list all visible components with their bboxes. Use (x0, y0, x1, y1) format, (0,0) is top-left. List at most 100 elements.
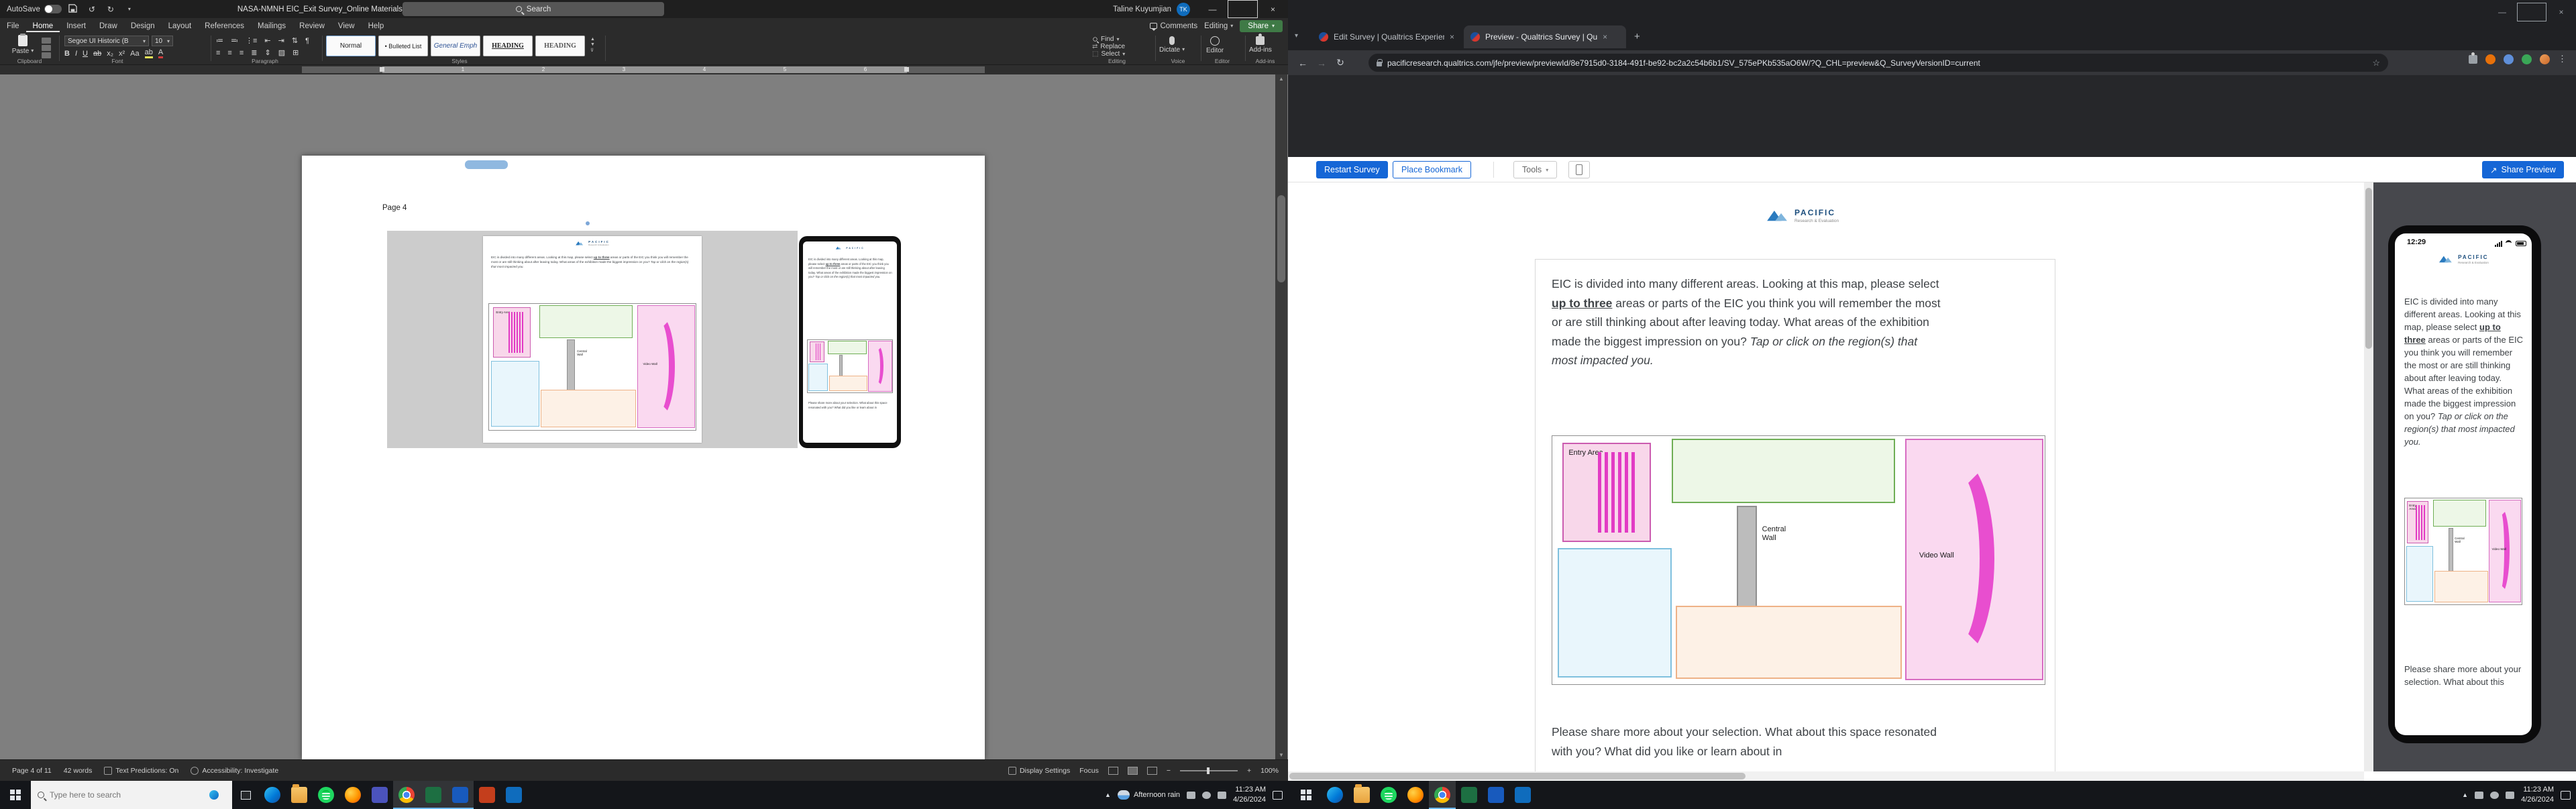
taskbar-app-excel[interactable] (1456, 781, 1483, 809)
subscript-icon[interactable]: x₂ (107, 50, 113, 58)
zoom-slider[interactable] (1180, 770, 1238, 771)
read-mode-icon[interactable] (1108, 767, 1118, 775)
map-region-central-wall[interactable] (1737, 506, 1757, 615)
font-size-select[interactable]: 10▾ (152, 36, 173, 46)
place-bookmark-button[interactable]: Place Bookmark (1393, 161, 1471, 178)
bookmark-star-icon[interactable]: ☆ (2372, 58, 2380, 68)
styles-scroll-down-icon[interactable]: ▼ (590, 42, 595, 47)
line-spacing-icon[interactable]: ⇕ (264, 48, 270, 57)
clock[interactable]: 11:23 AM 4/26/2024 (1233, 785, 1266, 806)
font-name-select[interactable]: Segoe UI Historic (B▾ (64, 36, 149, 46)
extensions-icon[interactable] (2469, 55, 2477, 64)
share-button[interactable]: Share▾ (1240, 20, 1283, 32)
tab-help[interactable]: Help (362, 20, 391, 32)
network-icon[interactable] (2490, 792, 2499, 799)
close-tab-icon[interactable]: × (1450, 32, 1454, 42)
weather-widget[interactable]: Afternoon rain (1118, 790, 1180, 800)
taskbar-app-edge[interactable] (1322, 781, 1348, 809)
onedrive-icon[interactable] (1187, 792, 1195, 799)
page-indicator[interactable]: Page 4 of 11 (12, 767, 52, 775)
pilcrow-icon[interactable]: ¶ (305, 37, 309, 45)
tray-expand-icon[interactable]: ▲ (1105, 792, 1111, 798)
taskbar-app-chrome[interactable] (393, 781, 420, 809)
add-ins-button[interactable]: Add-ins (1249, 36, 1272, 54)
decrease-indent-icon[interactable]: ⇤ (264, 36, 270, 45)
taskbar-app-excel[interactable] (420, 781, 447, 809)
map-region-entry-area[interactable]: Entry Area (2407, 501, 2428, 543)
taskbar-app-outlook[interactable] (500, 781, 527, 809)
save-icon[interactable] (66, 4, 80, 15)
tab-layout[interactable]: Layout (162, 20, 199, 32)
extension-icon[interactable] (2485, 54, 2496, 64)
redo-icon[interactable]: ↻ (103, 5, 118, 14)
bold-icon[interactable]: B (64, 50, 70, 58)
word-count[interactable]: 42 words (64, 767, 93, 775)
indent-marker-right[interactable] (904, 67, 909, 72)
survey-vertical-scrollbar[interactable] (2364, 182, 2373, 771)
strikethrough-icon[interactable]: ab (93, 50, 101, 58)
sort-icon[interactable]: ⇅ (292, 36, 298, 45)
tab-insert[interactable]: Insert (60, 20, 93, 32)
style-bulleted-list[interactable]: • Bulleted List (378, 36, 428, 56)
tab-edit-survey[interactable]: Edit Survey | Qualtrics Experien × (1312, 25, 1461, 48)
style-heading2[interactable]: HEADING (535, 36, 585, 56)
zoom-level[interactable]: 100% (1260, 767, 1279, 775)
multilevel-list-icon[interactable]: ⋮≡ (246, 36, 257, 45)
forward-icon[interactable]: → (1312, 58, 1331, 68)
profile-avatar[interactable] (2540, 54, 2550, 64)
new-tab-icon[interactable]: + (1634, 31, 1640, 42)
share-preview-button[interactable]: ↗ Share Preview (2482, 161, 2564, 178)
taskbar-app-firefox[interactable] (1402, 781, 1429, 809)
print-layout-icon[interactable] (1128, 767, 1138, 775)
display-settings-button[interactable]: Display Settings (1008, 767, 1070, 775)
close-button[interactable]: × (2546, 3, 2576, 21)
word-search-input[interactable]: Search (402, 2, 664, 16)
tab-review[interactable]: Review (292, 20, 331, 32)
avatar[interactable]: TK (1177, 3, 1190, 16)
tray-expand-icon[interactable]: ▲ (2462, 792, 2468, 798)
map-region-central-wall[interactable] (2449, 528, 2453, 575)
map-region-blue-gallery[interactable] (1558, 548, 1672, 678)
taskbar-app-chrome[interactable] (1429, 781, 1456, 809)
align-left-icon[interactable]: ≡ (216, 49, 220, 57)
highlight-icon[interactable]: ab (145, 48, 153, 58)
scrollbar-thumb[interactable] (2365, 188, 2372, 349)
start-button[interactable] (0, 781, 31, 809)
zoom-out-icon[interactable]: − (1167, 767, 1171, 775)
tab-file[interactable]: File (0, 20, 26, 32)
zoom-in-icon[interactable]: + (1247, 767, 1251, 775)
taskbar-search[interactable] (31, 781, 232, 809)
secure-lock-icon[interactable] (1377, 62, 1382, 66)
tab-search-icon[interactable]: ▾ (1295, 32, 1298, 40)
borders-icon[interactable]: ⊞ (292, 48, 299, 57)
replace-button[interactable]: ⇄Replace (1092, 43, 1125, 50)
map-region-peach-gallery[interactable] (2434, 571, 2488, 602)
align-right-icon[interactable]: ≡ (239, 49, 244, 57)
minimize-button[interactable]: — (2487, 3, 2517, 21)
mobile-view-toggle[interactable] (1568, 161, 1590, 178)
map-region-entry-area[interactable]: Entry Area (1562, 443, 1651, 542)
find-button[interactable]: Find▾ (1092, 36, 1125, 43)
taskbar-app-word[interactable] (447, 781, 474, 809)
restart-survey-button[interactable]: Restart Survey (1316, 161, 1388, 178)
taskbar-app-spotify[interactable] (313, 781, 339, 809)
underline-icon[interactable]: U (83, 50, 88, 58)
bullets-icon[interactable]: ≔ (216, 36, 223, 45)
chrome-menu-icon[interactable]: ⋮ (2558, 54, 2567, 64)
back-icon[interactable]: ← (1293, 58, 1312, 68)
tab-references[interactable]: References (198, 20, 251, 32)
editing-mode-button[interactable]: Editing▾ (1204, 22, 1233, 30)
dictate-button[interactable]: Dictate▾ (1159, 36, 1185, 54)
map-region-blue-gallery[interactable] (2406, 546, 2433, 601)
shading-icon[interactable]: ▨ (278, 48, 285, 57)
image-rotate-handle[interactable] (585, 221, 590, 226)
network-icon[interactable] (1202, 792, 1211, 799)
copy-icon[interactable] (42, 45, 51, 51)
clock[interactable]: 11:23 AM 4/26/2024 (2521, 785, 2554, 806)
scroll-up-icon[interactable]: ▲ (1275, 76, 1287, 82)
eic-floor-map[interactable]: Entry Area Video Wall Central Wall (1552, 435, 2045, 685)
styles-expand-icon[interactable]: ⊽ (590, 48, 595, 53)
taskbar-app-firefox[interactable] (339, 781, 366, 809)
tools-dropdown[interactable]: Tools▾ (1513, 161, 1557, 178)
ruler[interactable]: 1 2 3 4 5 6 (0, 65, 1288, 74)
